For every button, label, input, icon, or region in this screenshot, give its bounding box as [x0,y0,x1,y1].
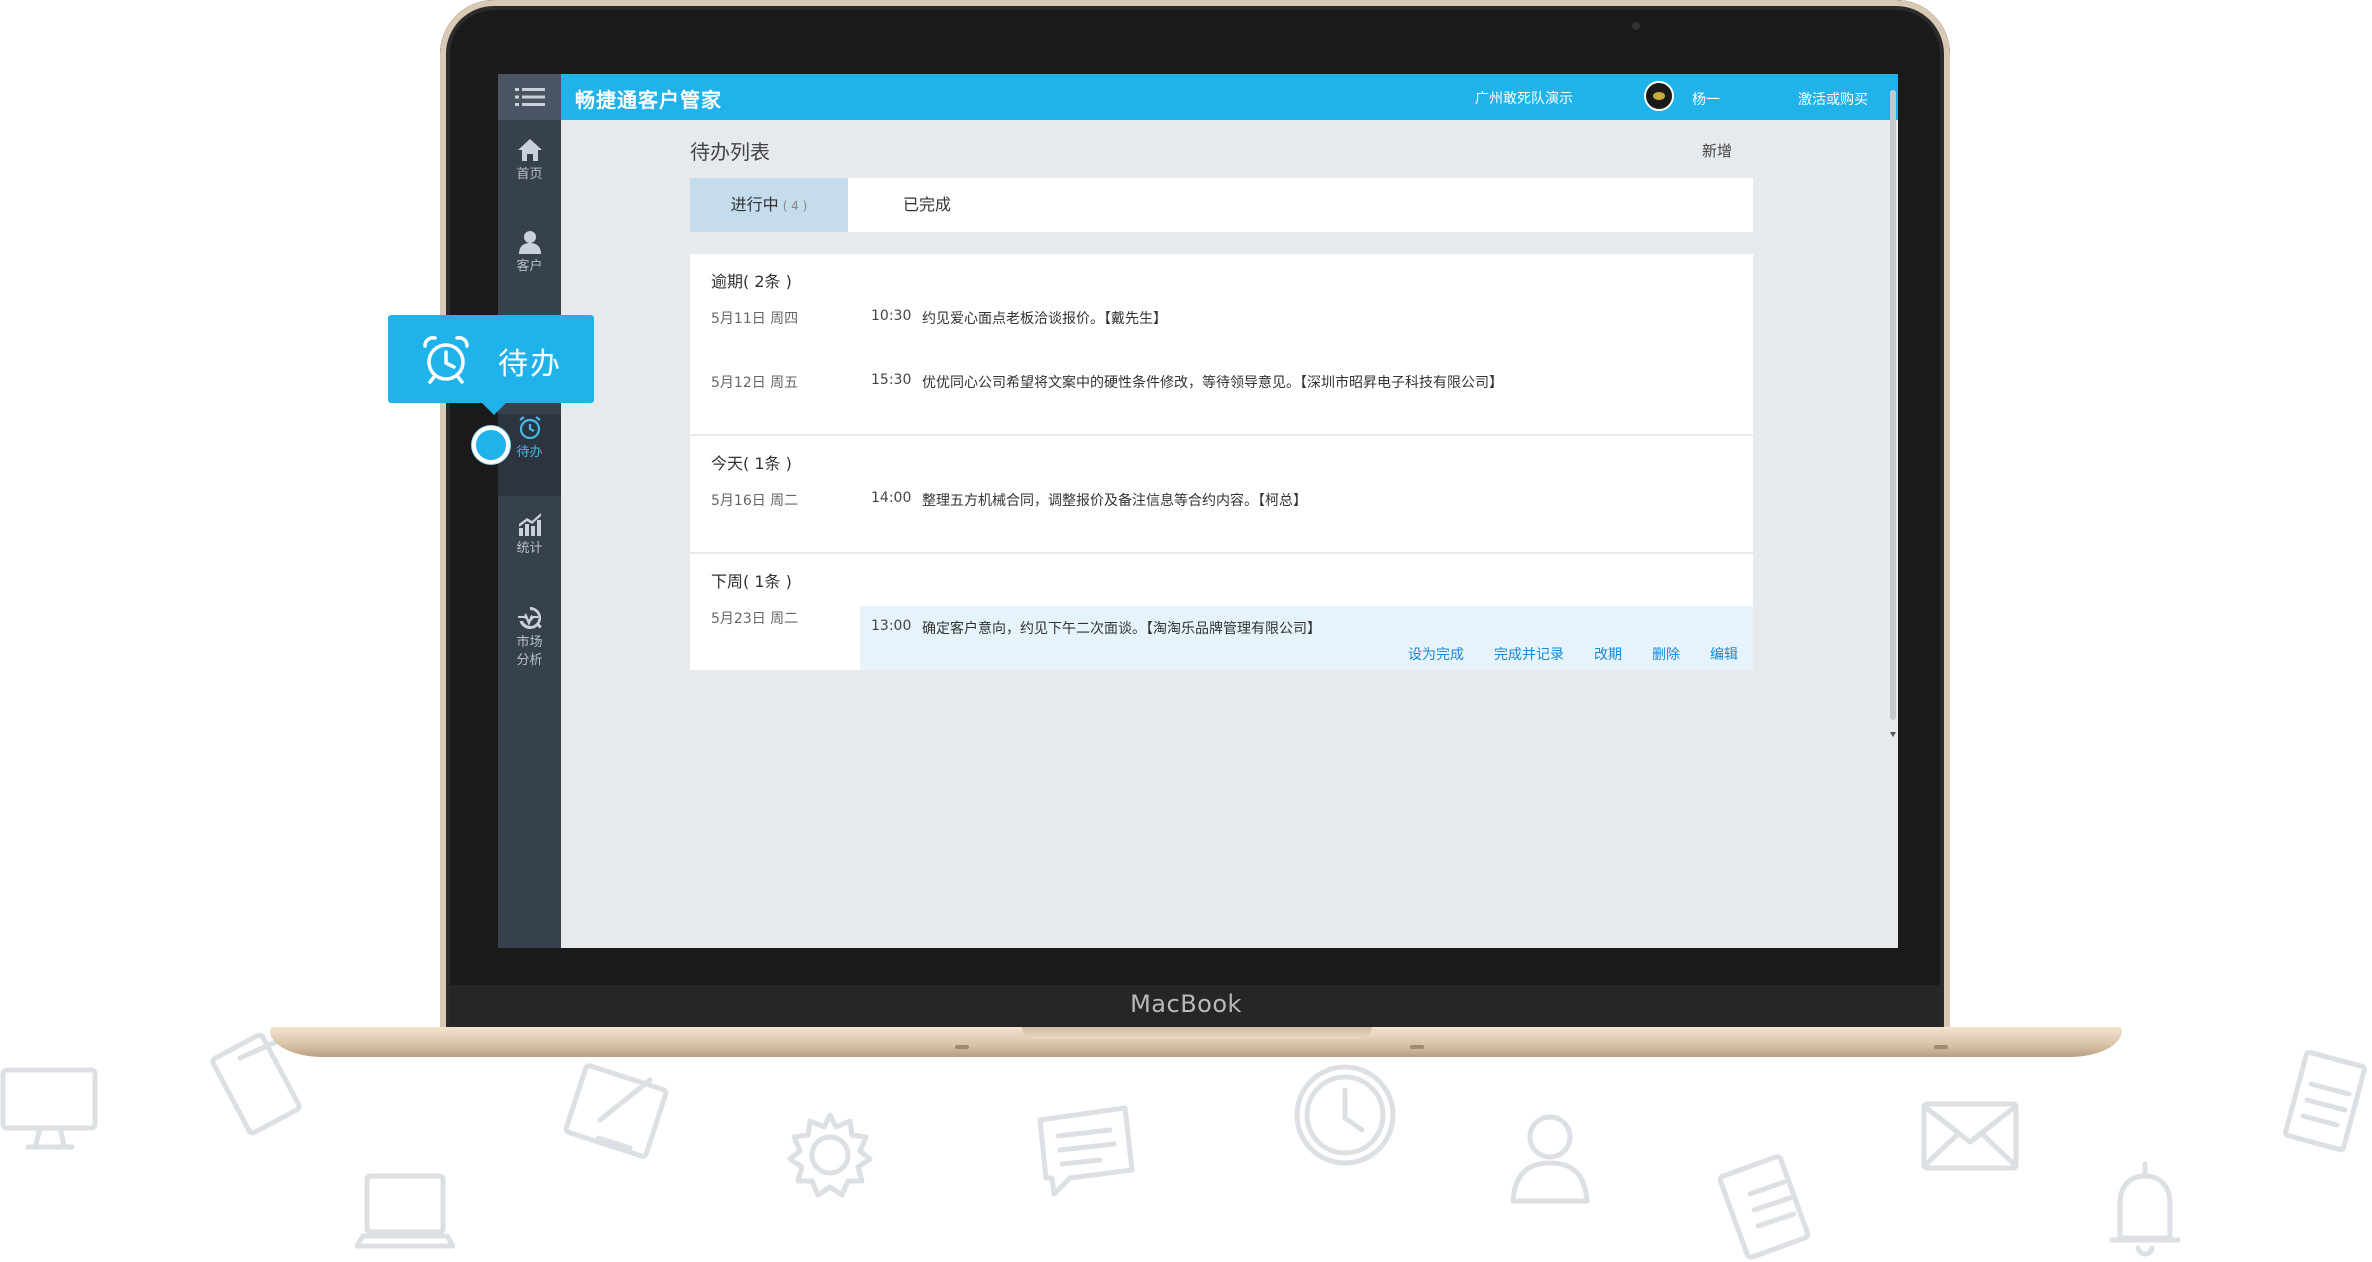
sidebar-item-label: 首页 [516,167,543,182]
tab-count: ( 4 ) [782,199,808,213]
app-screen: 首页 客户 待办 统计 市场 分析 畅捷通客户管家 广州敢死队演示 杨一 激活或… [498,74,1898,948]
alarm-clock-icon [420,333,472,385]
sidebar-item-label: 市场 分析 [516,635,543,668]
camera [1632,22,1640,30]
item-time: 14:00 [871,490,912,506]
hotspot-marker [472,426,510,464]
callout-label: 待办 [498,347,562,382]
tab-in-progress[interactable]: 进行中( 4 ) [690,178,848,232]
page-title: 待办列表 [690,140,770,164]
todo-list: 逾期( 2条 ) 5月11日 周四 10:30 约见爱心面点老板洽谈报价。【戴先… [690,254,1753,670]
laptop-icon [355,1170,455,1255]
mark-complete-button[interactable]: 设为完成 [1408,644,1464,664]
laptop-foot [1934,1045,1948,1049]
sidebar-item-label: 统计 [516,541,543,556]
device-brand: MacBook [1130,990,1242,1018]
tab-label: 进行中 [730,195,779,214]
market-analysis-icon [517,606,542,629]
message-icon [1030,1100,1140,1200]
item-date: 5月12日 周五 [711,375,799,391]
user-name[interactable]: 杨一 [1692,89,1720,109]
scroll-down-arrow[interactable] [1890,732,1896,737]
chart-icon [518,513,541,536]
sidebar: 首页 客户 待办 统计 市场 分析 [498,74,561,948]
avatar[interactable] [1644,81,1674,111]
item-time: 15:30 [871,372,912,388]
lid-notch [1022,1027,1372,1039]
section-today: 今天( 1条 ) 5月16日 周二 14:00 整理五方机械合同，调整报价及备注… [690,436,1753,554]
list-item[interactable]: 13:00 确定客户意向，约见下午二次面谈。【淘淘乐品牌管理有限公司】 设为完成… [860,606,1753,670]
item-description: 确定客户意向，约见下午二次面谈。【淘淘乐品牌管理有限公司】 [922,621,1321,637]
person-icon [1505,1105,1595,1205]
item-description: 约见爱心面点老板洽谈报价。【戴先生】 [922,311,1167,327]
sidebar-item-todo[interactable]: 待办 [498,414,561,496]
row-actions: 设为完成 完成并记录 改期 删除 编辑 [1378,644,1738,664]
scrollbar[interactable] [1890,90,1896,720]
org-name[interactable]: 广州敢死队演示 [1475,88,1573,108]
list-item[interactable]: 5月11日 周四 10:30 约见爱心面点老板洽谈报价。【戴先生】 [690,308,1753,344]
section-heading: 今天( 1条 ) [711,454,792,473]
section-heading: 逾期( 2条 ) [711,272,792,291]
sidebar-item-label: 待办 [516,445,543,460]
item-date: 5月16日 周二 [711,493,799,509]
item-time: 10:30 [871,308,912,324]
laptop-foot [955,1045,969,1049]
section-heading: 下周( 1条 ) [711,572,792,591]
item-date: 5月11日 周四 [711,311,799,327]
complete-and-record-button[interactable]: 完成并记录 [1494,644,1564,664]
edit-button[interactable]: 编辑 [1710,644,1738,664]
tab-label: 已完成 [903,195,952,214]
reschedule-button[interactable]: 改期 [1594,644,1622,664]
list-item[interactable]: 5月16日 周二 14:00 整理五方机械合同，调整报价及备注信息等合约内容。【… [690,490,1753,526]
delete-button[interactable]: 删除 [1652,644,1680,664]
edit-document-icon [560,1060,680,1170]
item-description: 整理五方机械合同，调整报价及备注信息等合约内容。【柯总】 [922,493,1307,509]
sidebar-item-label: 客户 [516,259,543,274]
item-time: 13:00 [871,618,912,634]
add-button[interactable]: 新增 [1702,140,1732,161]
clipboard-icon [1710,1150,1820,1262]
sidebar-item-customers[interactable]: 客户 [498,228,561,302]
hamburger-icon [514,88,545,106]
top-bar: 畅捷通客户管家 广州敢死队演示 杨一 激活或购买 [561,74,1898,120]
alarm-clock-icon [518,416,541,440]
home-icon [517,139,542,161]
sidebar-item-home[interactable]: 首页 [498,136,561,210]
sidebar-item-market-analysis[interactable]: 市场 分析 [498,604,561,696]
item-date: 5月23日 周二 [711,611,799,627]
laptop-foot [1410,1045,1424,1049]
user-icon [518,231,541,254]
monitor-icon [0,1065,100,1155]
clock-icon [1290,1060,1400,1170]
bell-icon [2100,1160,2190,1262]
document-icon [2275,1050,2372,1160]
tab-bar: 进行中( 4 ) 已完成 [690,178,1753,232]
menu-toggle-button[interactable] [498,74,561,120]
section-next-week: 下周( 1条 ) 5月23日 周二 13:00 确定客户意向，约见下午二次面谈。… [690,554,1753,670]
mail-icon [1920,1100,2020,1172]
activate-purchase-link[interactable]: 激活或购买 [1798,89,1868,109]
section-overdue: 逾期( 2条 ) 5月11日 周四 10:30 约见爱心面点老板洽谈报价。【戴先… [690,254,1753,436]
todo-callout: 待办 [388,315,594,415]
sidebar-item-statistics[interactable]: 统计 [498,510,561,584]
tab-completed[interactable]: 已完成 [903,178,951,232]
app-title: 畅捷通客户管家 [575,88,722,112]
item-description: 优优同心公司希望将文案中的硬性条件修改，等待领导意见。【深圳市昭昇电子科技有限公… [922,375,1503,391]
list-item[interactable]: 5月12日 周五 15:30 优优同心公司希望将文案中的硬性条件修改，等待领导意… [690,372,1753,408]
gear-icon [780,1105,880,1205]
